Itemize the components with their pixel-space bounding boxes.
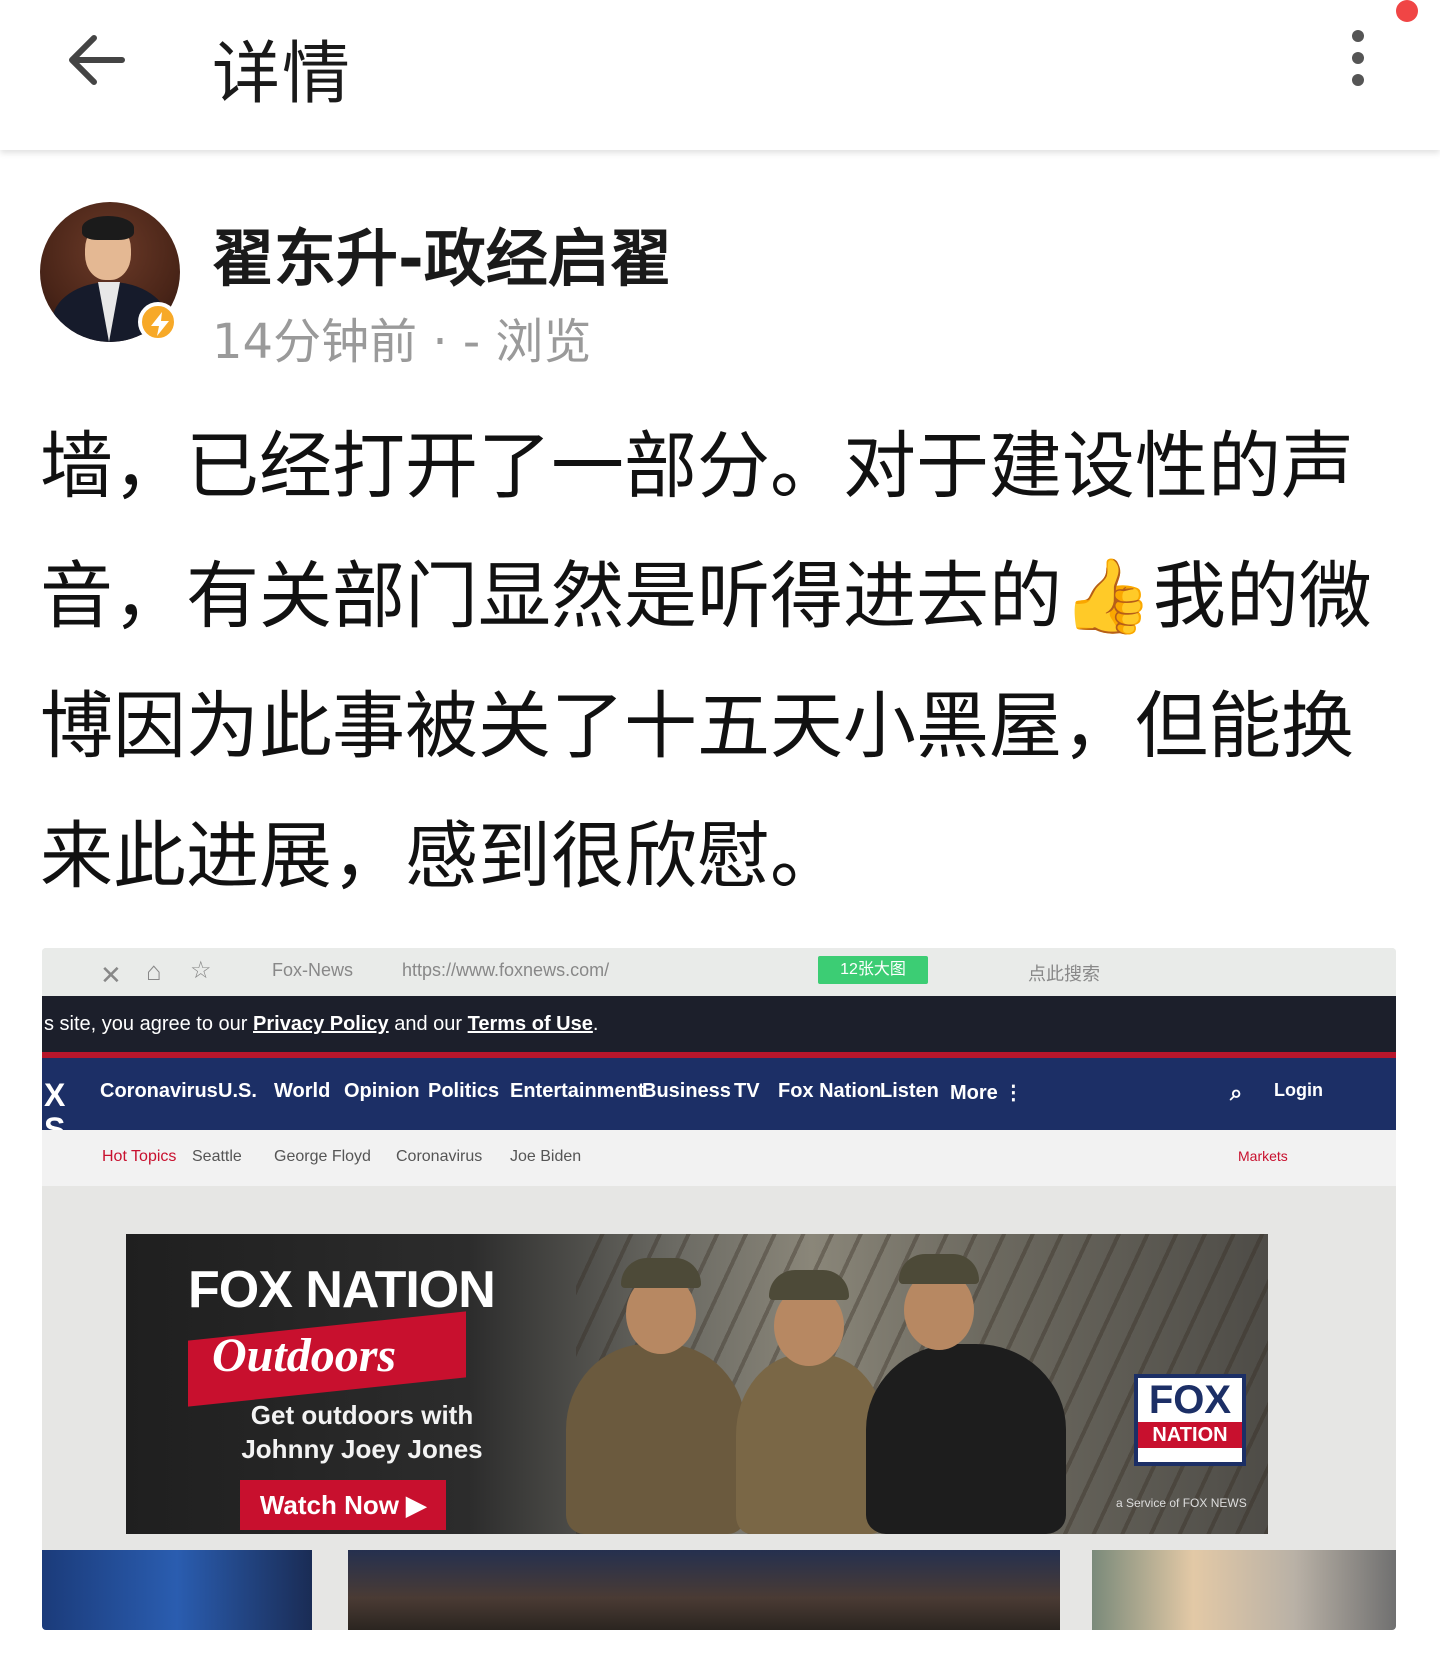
fox-nation-badge: FOX NATION (1134, 1374, 1246, 1466)
more-vertical-icon (1352, 30, 1364, 86)
consent-banner: s site, you agree to our Privacy Policy … (42, 996, 1396, 1052)
more-options-button[interactable] (1322, 22, 1394, 94)
browser-search-placeholder: 点此搜索 (1028, 964, 1100, 984)
close-icon: ✕ (100, 960, 122, 990)
service-note: a Service of FOX NEWS (1116, 1496, 1247, 1510)
page-title: 详情 (212, 35, 353, 114)
lightning-badge-icon (151, 312, 169, 336)
outdoors-label: Outdoors (212, 1329, 397, 1382)
post-text: 墙，已经打开了一部分。对于建设性的声音，有关部门显然是听得进去的👍我的微博因为此… (40, 402, 1410, 922)
home-icon: ⌂ (146, 956, 162, 986)
thumbnail-strip (42, 1550, 1396, 1630)
top-bar: 详情 (0, 0, 1440, 150)
browser-tab-label: Fox-News (272, 960, 354, 980)
browser-toolbar: ✕ ⌂ ☆ Fox-News https://www.foxnews.com/ … (42, 948, 1396, 996)
notification-dot (1396, 0, 1418, 22)
thumbs-up-emoji: 👍 (1062, 554, 1153, 639)
back-button[interactable] (60, 22, 136, 98)
green-pill-button: 12张大图 (818, 956, 928, 984)
search-icon: ⌕ (1230, 1080, 1243, 1105)
post-meta: 14分钟前 · - 浏览 (212, 314, 592, 370)
fox-nation-title: FOX NATION (188, 1261, 496, 1319)
post-image[interactable]: ✕ ⌂ ☆ Fox-News https://www.foxnews.com/ … (42, 948, 1396, 1630)
hot-topics-bar: Hot Topics Seattle George Floyd Coronavi… (42, 1130, 1396, 1186)
watch-now-button: Watch Now ▶ (240, 1480, 446, 1530)
star-icon: ☆ (190, 957, 212, 984)
fox-nav-bar: Coronavirus U.S. World Opinion Politics … (42, 1058, 1396, 1130)
browser-url: https://www.foxnews.com/ (402, 960, 610, 980)
verified-badge (138, 302, 178, 342)
author-name[interactable]: 翟东升-政经启翟 (212, 208, 672, 298)
fox-nation-hero: FOX NATION Outdoors Get outdoors with Jo… (126, 1234, 1268, 1534)
arrow-left-icon (69, 35, 125, 85)
hero-tagline: Get outdoors with Johnny Joey Jones (241, 1400, 483, 1464)
